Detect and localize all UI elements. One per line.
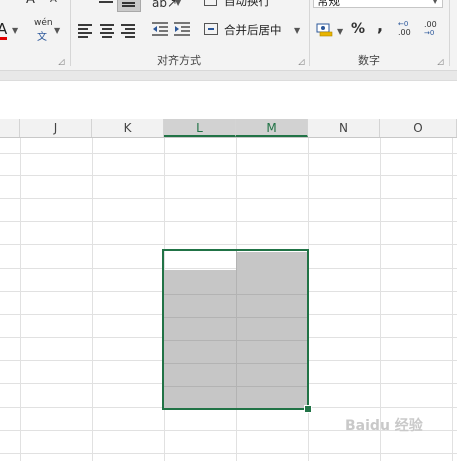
wrap-text-label: 自动换行 — [224, 0, 270, 8]
decrease-decimal-top: .00 — [424, 20, 437, 29]
column-header-m[interactable]: M — [236, 119, 308, 137]
row-header-corner — [0, 119, 20, 137]
group-separator — [309, 0, 310, 66]
merge-center-label: 合并后居中 — [224, 23, 282, 37]
increase-decimal-button[interactable]: ←0 .00 — [398, 20, 418, 38]
phonetic-top: wén — [34, 18, 53, 28]
decrease-decimal-bottom: →0 — [424, 29, 435, 37]
column-header-row: J K L M N O — [0, 119, 457, 138]
gridline-horizontal — [0, 153, 457, 154]
watermark: Baidu 经验 — [345, 418, 423, 434]
accounting-format-dropdown-icon[interactable]: ▼ — [337, 27, 343, 36]
gridline-horizontal — [0, 221, 457, 222]
number-group-launcher-icon[interactable]: ◿ — [436, 57, 445, 66]
align-left-icon[interactable] — [78, 24, 94, 38]
number-format-select[interactable]: 常规 ▼ — [313, 0, 443, 8]
fill-handle[interactable] — [304, 405, 312, 413]
group-separator — [70, 0, 71, 66]
top-align-button-clipped[interactable] — [97, 0, 115, 4]
increase-indent-icon[interactable] — [173, 21, 191, 37]
orientation-dropdown-icon[interactable]: ▼ — [175, 0, 181, 7]
gridline-horizontal — [0, 244, 457, 245]
font-color-bar — [0, 37, 7, 40]
gridline-horizontal — [0, 453, 457, 454]
number-format-value: 常规 — [317, 0, 340, 8]
selection-border[interactable] — [162, 249, 309, 410]
number-group-label: 数字 — [358, 54, 380, 67]
phonetic-dropdown-icon: ▼ — [54, 26, 61, 35]
wrap-text-button[interactable]: 自动换行 — [202, 0, 302, 8]
column-header-l[interactable]: L — [164, 119, 236, 137]
merge-center-icon — [204, 23, 218, 35]
font-color-glyph[interactable]: A — [0, 20, 7, 38]
number-format-dropdown-icon: ▼ — [432, 0, 439, 5]
column-header-n[interactable]: N — [308, 119, 380, 137]
wrap-text-icon — [204, 0, 217, 6]
font-color-dropdown-icon[interactable]: ▼ — [12, 26, 18, 35]
gridline-vertical — [452, 138, 453, 461]
phonetic-guide-button[interactable]: wén 文 ▼ — [30, 18, 61, 43]
group-separator — [449, 0, 450, 66]
decrease-decimal-button[interactable]: .00 →0 — [424, 20, 444, 38]
decrease-font-size-icon[interactable]: A — [50, 0, 57, 5]
column-header-o[interactable]: O — [380, 119, 457, 137]
alignment-group-launcher-icon[interactable]: ◿ — [297, 57, 306, 66]
increase-decimal-bottom: .00 — [398, 28, 411, 37]
comma-style-button[interactable]: , — [377, 16, 383, 35]
formula-bar[interactable] — [0, 81, 457, 113]
gridline-vertical — [20, 138, 21, 461]
alignment-group-label: 对齐方式 — [157, 54, 201, 67]
gridline-horizontal — [0, 175, 457, 176]
column-header-k[interactable]: K — [92, 119, 164, 137]
gridline-vertical — [92, 138, 93, 461]
increase-font-size-icon[interactable]: A — [26, 0, 35, 7]
percent-style-button[interactable]: % — [351, 21, 365, 37]
ribbon: A ▼ wén 文 ▼ A A ◿ ab↗ ▼ 自动换行 — [0, 0, 457, 71]
gridline-horizontal — [0, 198, 457, 199]
formula-gap — [0, 112, 457, 119]
decrease-indent-icon[interactable] — [151, 21, 169, 37]
orientation-icon[interactable]: ab↗ — [152, 0, 177, 10]
gridline-vertical — [380, 138, 381, 461]
ribbon-bottom-strip — [0, 71, 457, 81]
font-group-launcher-icon[interactable]: ◿ — [57, 57, 66, 66]
increase-decimal-top: ←0 — [398, 20, 409, 28]
middle-align-button[interactable] — [117, 0, 141, 12]
merge-center-button[interactable]: 合并后居中 ▼ — [202, 21, 306, 39]
align-right-icon[interactable] — [121, 24, 137, 38]
phonetic-bottom: 文 — [37, 32, 47, 43]
merge-center-dropdown-icon: ▼ — [294, 26, 301, 35]
align-center-icon[interactable] — [100, 24, 116, 38]
column-header-j[interactable]: J — [20, 119, 92, 137]
accounting-format-icon[interactable] — [316, 21, 334, 37]
